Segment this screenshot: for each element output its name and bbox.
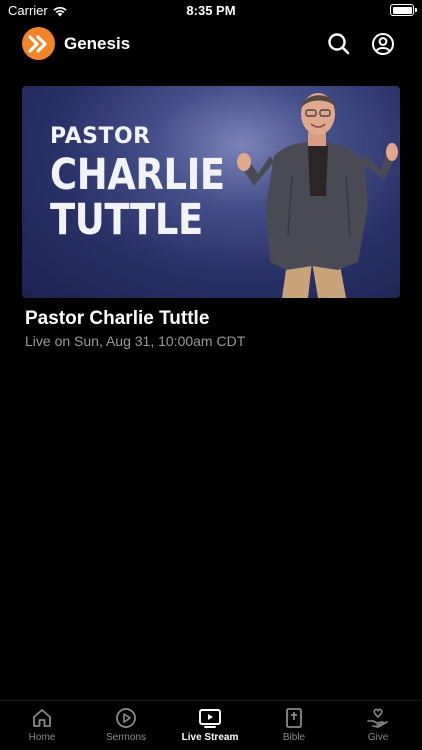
stream-title[interactable]: Pastor Charlie Tuttle	[25, 308, 209, 330]
bible-icon	[286, 708, 302, 728]
tab-home[interactable]: Home	[0, 707, 84, 743]
tab-bar: Home Sermons Live Stream Bible Give	[0, 700, 422, 750]
header: Genesis	[0, 26, 422, 62]
tab-sermons-label: Sermons	[105, 732, 146, 743]
tab-bible-label: Bible	[282, 732, 306, 743]
battery-icon	[390, 4, 417, 16]
app-title: Genesis	[64, 34, 131, 53]
tab-live-stream[interactable]: Live Stream	[168, 707, 252, 743]
tab-give-label: Give	[367, 732, 389, 743]
pastor-photo	[237, 93, 398, 298]
tab-sermons[interactable]: Sermons	[84, 707, 168, 743]
tab-home-label: Home	[28, 732, 56, 743]
tab-live-stream-label: Live Stream	[181, 732, 239, 743]
account-button[interactable]	[370, 31, 396, 57]
hero-line-charlie: CHARLIE	[50, 150, 225, 200]
app-logo	[22, 27, 55, 60]
screen: Carrier 8:35 PM Genesis PASTOR CHARLIE T…	[0, 0, 422, 750]
account-icon	[372, 33, 394, 55]
home-icon	[33, 709, 51, 727]
give-icon	[367, 708, 388, 728]
search-button[interactable]	[326, 31, 352, 57]
chevrons-right-icon	[27, 34, 47, 53]
status-time: 8:35 PM	[186, 3, 236, 18]
play-circle-icon	[116, 708, 136, 728]
status-bar: Carrier 8:35 PM	[0, 0, 422, 22]
tab-give[interactable]: Give	[336, 707, 420, 743]
live-stream-thumbnail[interactable]: PASTOR CHARLIE TUTTLE	[22, 86, 400, 298]
hero-line-tuttle: TUTTLE	[50, 195, 203, 245]
search-icon	[328, 33, 350, 55]
tv-play-icon	[199, 709, 221, 728]
tab-bible[interactable]: Bible	[252, 707, 336, 743]
stream-schedule: Live on Sun, Aug 31, 10:00am CDT	[25, 333, 246, 349]
